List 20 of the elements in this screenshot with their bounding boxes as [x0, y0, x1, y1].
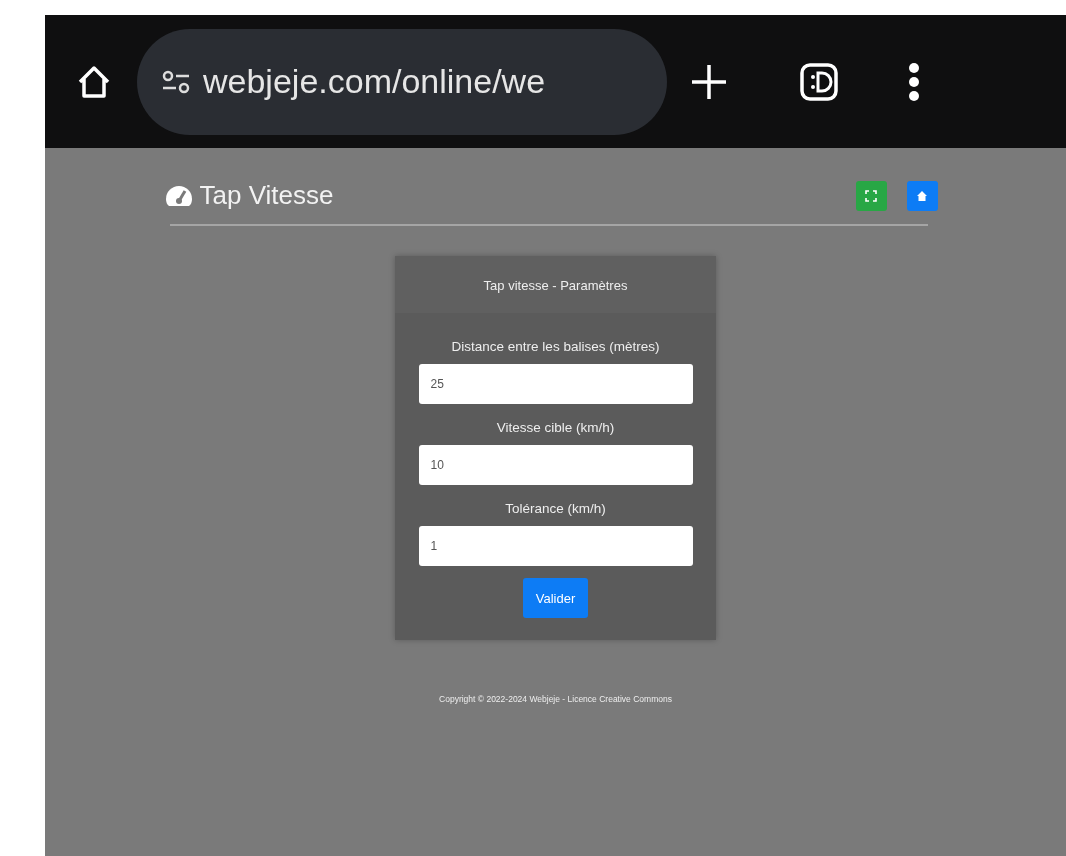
field-label: Vitesse cible (km/h): [496, 420, 615, 435]
field-label: Tolérance (km/h): [505, 501, 606, 516]
url-text: webjeje.com/online/we: [203, 62, 546, 101]
page-title: Tap Vitesse: [199, 180, 334, 211]
address-bar[interactable]: webjeje.com/online/we: [137, 28, 667, 135]
tab-switcher-icon[interactable]: [799, 61, 839, 102]
home-button[interactable]: [906, 180, 938, 211]
fullscreen-icon: [865, 189, 877, 202]
field-label: Distance entre les balises (mètres): [451, 339, 660, 354]
site-settings-icon[interactable]: [161, 69, 191, 94]
gauge-icon: [163, 183, 194, 208]
input-field[interactable]: 25: [418, 364, 693, 404]
submit-button[interactable]: Valider: [522, 578, 589, 618]
card-title: Tap vitesse - Paramètres: [395, 256, 716, 313]
menu-icon[interactable]: [907, 61, 921, 102]
copyright-text: Copyright © 2022-2024 Webjeje - Licence Creative Commons: [439, 694, 672, 704]
input-field[interactable]: 10: [418, 445, 693, 485]
input-field[interactable]: 1: [418, 526, 693, 566]
fullscreen-button[interactable]: [855, 180, 887, 211]
home-icon: [916, 189, 928, 202]
